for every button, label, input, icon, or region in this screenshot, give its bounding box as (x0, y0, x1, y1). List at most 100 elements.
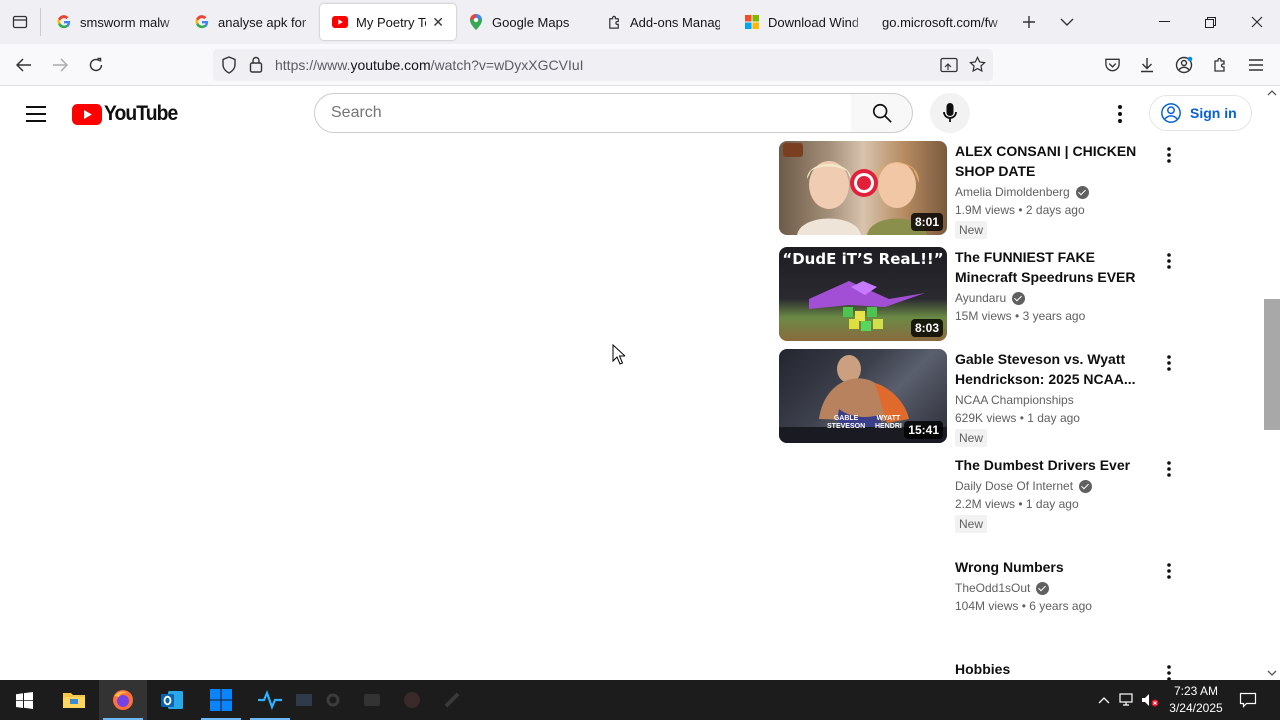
tab-google-maps[interactable]: Google Maps (456, 4, 594, 40)
video-action-menu-icon[interactable] (1159, 661, 1179, 680)
thumbnail-wrestler-label: GABLE STEVESON (827, 415, 866, 430)
new-tab-button[interactable] (1010, 0, 1048, 44)
list-all-tabs-button[interactable] (1048, 0, 1086, 44)
video-duration: 8:01 (910, 213, 943, 231)
reader-view-icon[interactable] (940, 57, 958, 78)
tab-analyse-apk[interactable]: analyse apk for malware (182, 4, 320, 40)
tab-addons-manager[interactable]: Add-ons Manager (594, 4, 732, 40)
video-details: The Dumbest Drivers Ever Daily Dose Of I… (955, 455, 1155, 533)
maps-pin-icon (468, 14, 484, 30)
app-menu-icon[interactable] (1240, 50, 1272, 80)
outlook-icon[interactable] (148, 680, 196, 720)
tab-smsworm[interactable]: smsworm malware (44, 4, 182, 40)
video-title[interactable]: ALEX CONSANI | CHICKEN SHOP DATE (955, 141, 1155, 181)
file-explorer-icon[interactable] (50, 680, 98, 720)
restore-button[interactable] (1187, 0, 1233, 44)
video-thumbnail[interactable]: GABLE STEVESON WYATT HENDRI 15:41 (779, 349, 947, 443)
tab-my-poetry-teacher[interactable]: My Poetry Teacher ✕ (320, 4, 456, 40)
tab-title: smsworm malware (80, 14, 170, 30)
downloads-icon[interactable] (1131, 50, 1163, 80)
scroll-down-icon[interactable] (1264, 666, 1280, 680)
user-circle-icon (1161, 103, 1181, 123)
volume-muted-icon[interactable] (1140, 690, 1160, 710)
pocket-icon[interactable] (1096, 50, 1128, 80)
video-details: Hobbies (955, 659, 1155, 679)
tracking-shield-icon[interactable] (221, 56, 237, 79)
url-bar[interactable]: https://www.youtube.com/watch?v=wDyxXGCV… (213, 49, 993, 81)
tab-title: Google Maps (492, 14, 570, 30)
video-title[interactable]: The Dumbest Drivers Ever (955, 455, 1155, 475)
channel-name[interactable]: Amelia Dimoldenberg (955, 183, 1155, 201)
guide-menu-icon[interactable] (22, 102, 50, 126)
google-g-icon (56, 14, 72, 30)
clock-time: 7:23 AM (1173, 684, 1219, 698)
account-icon[interactable] (1168, 50, 1200, 80)
bookmark-star-icon[interactable] (969, 55, 986, 78)
minimize-button[interactable] (1141, 0, 1187, 44)
settings-kebab-icon[interactable] (1108, 98, 1132, 130)
windows-app-icon[interactable] (197, 680, 245, 720)
tab-list-icon[interactable] (0, 0, 40, 44)
back-button[interactable] (8, 50, 40, 80)
tab-title: Download Windows (768, 14, 858, 30)
video-thumbnail[interactable]: “DudE iT’S ReaL!!” 8:03 (779, 247, 947, 341)
scrollbar-thumb[interactable] (1264, 299, 1280, 430)
microphone-icon (943, 103, 957, 122)
firefox-icon[interactable] (99, 680, 147, 720)
search-icon (872, 103, 892, 123)
video-action-menu-icon[interactable] (1159, 249, 1179, 273)
thumbnail-wrestler-label: WYATT HENDRI (875, 415, 902, 430)
clock-date: 3/24/2025 (1169, 701, 1223, 715)
related-video-item[interactable]: Hobbies (779, 659, 1179, 680)
video-metadata: 15M views • 3 years ago (955, 309, 1086, 323)
video-duration: 15:41 (904, 421, 943, 439)
scroll-up-icon[interactable] (1264, 86, 1280, 100)
video-title[interactable]: Hobbies (955, 659, 1155, 679)
reload-button[interactable] (80, 50, 112, 80)
tab-title: My Poetry Teacher (356, 14, 426, 30)
close-tab-icon[interactable]: ✕ (432, 14, 444, 31)
tab-download-windows[interactable]: Download Windows (732, 4, 870, 40)
video-thumbnail[interactable]: 8:01 (779, 141, 947, 235)
video-action-menu-icon[interactable] (1159, 457, 1179, 481)
verified-badge-icon (1075, 185, 1089, 199)
taskbar-clock[interactable]: 7:23 AM 3/24/2025 (1163, 683, 1229, 717)
tab-title: Add-ons Manager (630, 14, 720, 30)
video-action-menu-icon[interactable] (1159, 559, 1179, 583)
channel-name[interactable]: Daily Dose Of Internet (955, 477, 1155, 495)
new-badge: New (955, 221, 988, 239)
extensions-icon[interactable] (1204, 50, 1236, 80)
channel-name[interactable]: Ayundaru (955, 289, 1155, 307)
video-duration: 8:03 (910, 319, 943, 337)
video-details: ALEX CONSANI | CHICKEN SHOP DATE Amelia … (955, 141, 1155, 239)
url-text[interactable]: https://www.youtube.com/watch?v=wDyxXGCV… (275, 57, 584, 73)
video-title[interactable]: Wrong Numbers (955, 557, 1155, 577)
video-action-menu-icon[interactable] (1159, 351, 1179, 375)
channel-name[interactable]: TheOdd1sOut (955, 579, 1155, 597)
sign-in-button[interactable]: Sign in (1149, 95, 1252, 131)
notifications-icon[interactable] (1238, 690, 1258, 710)
search-box[interactable] (314, 93, 852, 133)
network-icon[interactable] (1117, 690, 1137, 710)
tab-go-microsoft[interactable]: go.microsoft.com/fwlink (870, 4, 1010, 40)
youtube-play-icon (72, 103, 102, 125)
close-window-button[interactable] (1234, 0, 1280, 44)
tab-title: analyse apk for malware (218, 14, 308, 30)
search-input[interactable] (331, 104, 851, 122)
video-action-menu-icon[interactable] (1159, 143, 1179, 167)
forward-button[interactable] (44, 50, 76, 80)
voice-search-button[interactable] (930, 93, 970, 133)
video-metadata: 1.9M views • 2 days ago (955, 203, 1085, 217)
microsoft-icon (744, 14, 760, 30)
show-hidden-icons-icon[interactable] (1094, 690, 1114, 710)
dimmed-app-icon[interactable] (428, 680, 476, 720)
youtube-logo[interactable]: YouTube (72, 102, 184, 126)
search-button[interactable] (851, 93, 913, 133)
video-title[interactable]: Gable Steveson vs. Wyatt Hendrickson: 20… (955, 349, 1155, 389)
channel-name[interactable]: NCAA Championships (955, 391, 1155, 409)
logo-wordmark: YouTube (104, 102, 178, 125)
lock-icon[interactable] (249, 56, 263, 78)
youtube-icon (332, 14, 348, 30)
video-title[interactable]: The FUNNIEST FAKE Minecraft Speedruns EV… (955, 247, 1155, 287)
windows-start-icon[interactable] (0, 680, 48, 720)
